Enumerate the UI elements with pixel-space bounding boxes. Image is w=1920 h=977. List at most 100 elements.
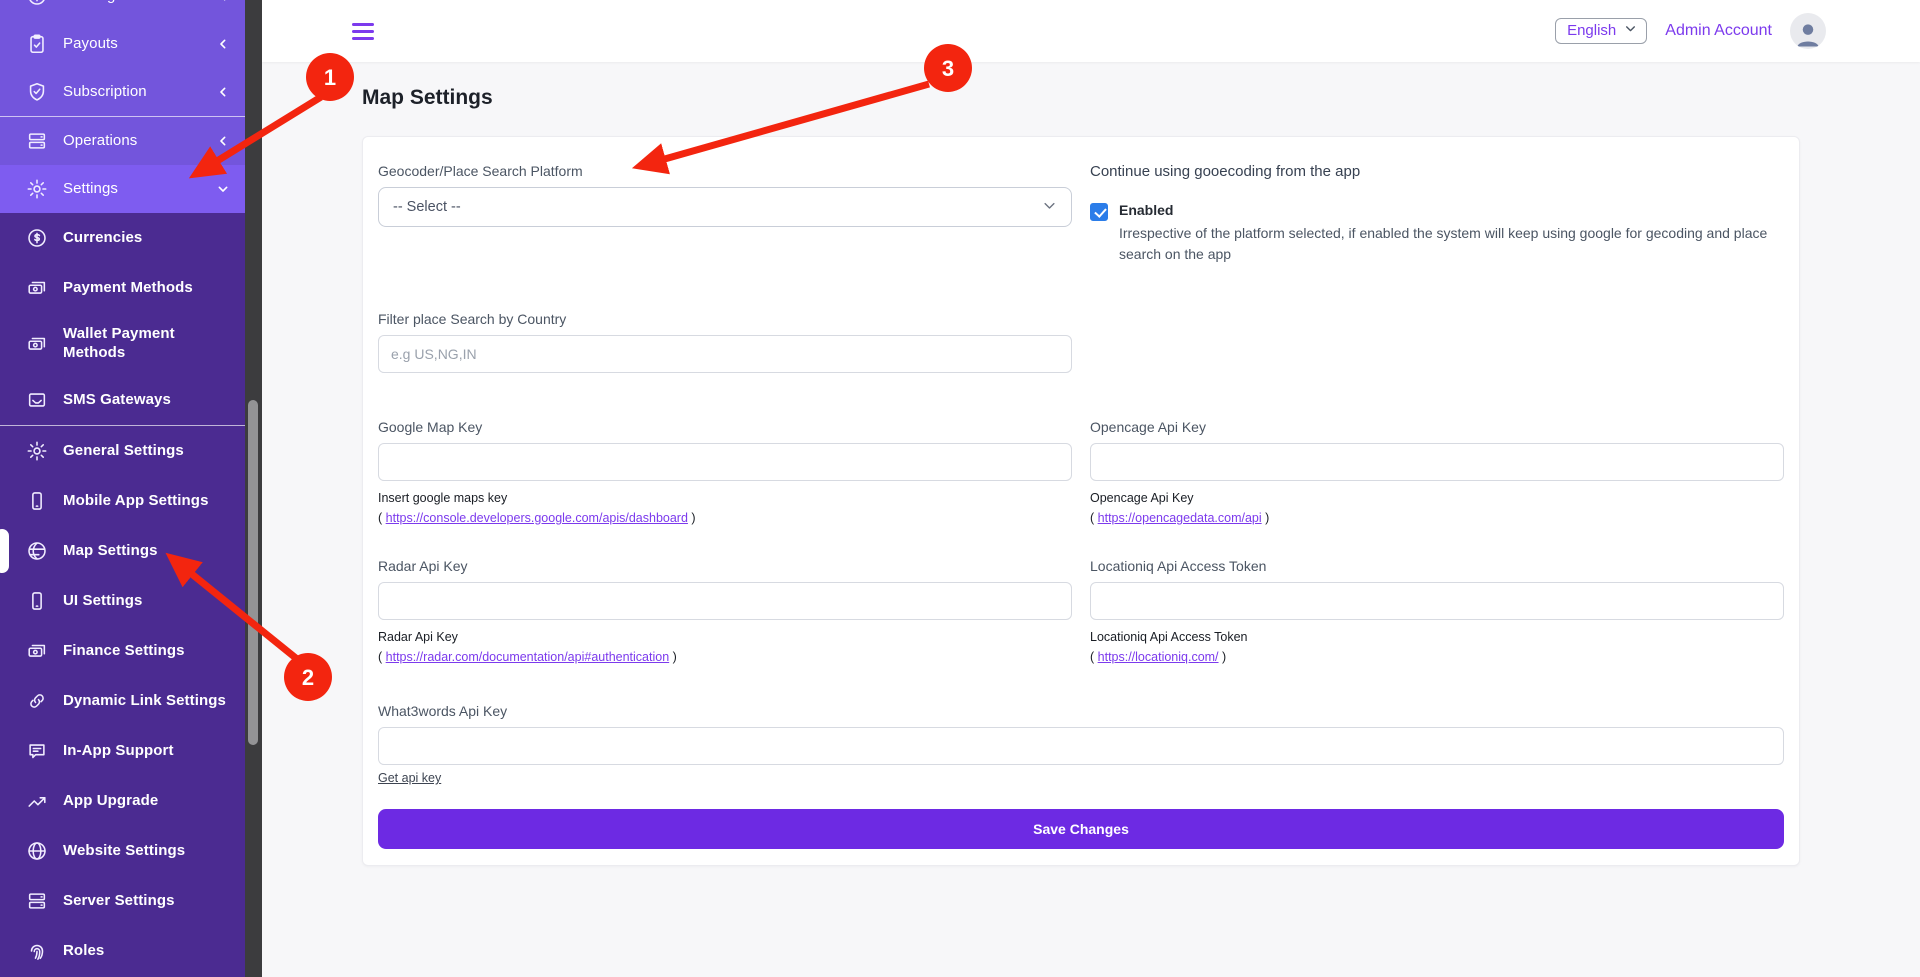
what3words-input[interactable] — [378, 727, 1784, 765]
sidebar-item-label: App Upgrade — [63, 792, 231, 811]
sidebar-item-label: Website Settings — [63, 842, 231, 861]
radar-helper: Radar Api Key ( https://radar.com/docume… — [378, 627, 1072, 667]
sidebar-item-mobile-app-settings[interactable]: Mobile App Settings — [0, 476, 245, 526]
clipboard-check-icon — [26, 33, 48, 55]
sidebar-item-currencies[interactable]: Currencies — [0, 213, 245, 263]
banknotes-icon — [26, 640, 48, 662]
sidebar-top-group: Earnings Payouts SubscriptionOperations Set… — [0, 0, 245, 213]
locationiq-label: Locationiq Api Access Token — [1090, 558, 1784, 574]
sidebar-item-label: Finance Settings — [63, 642, 231, 661]
sidebar-item-label: Settings — [63, 180, 215, 199]
chat-icon — [26, 740, 48, 762]
phone-icon — [26, 590, 48, 612]
chevron-left-icon — [215, 84, 231, 100]
helper-text: Opencage Api Key — [1090, 491, 1194, 505]
sidebar-item-payouts[interactable]: Payouts — [0, 20, 245, 68]
sidebar-item-label: Currencies — [63, 229, 231, 248]
gear-icon — [26, 178, 48, 200]
sidebar-item-label: UI Settings — [63, 592, 231, 611]
paren: ) — [688, 511, 696, 525]
sidebar-item-label: Dynamic Link Settings — [63, 692, 231, 711]
google-map-key-link[interactable]: https://console.developers.google.com/ap… — [386, 511, 688, 525]
locationiq-helper: Locationiq Api Access Token ( https://lo… — [1090, 627, 1784, 667]
sidebar-item-app-upgrade[interactable]: App Upgrade — [0, 776, 245, 826]
globe-icon — [26, 540, 48, 562]
banknotes-icon — [26, 333, 48, 355]
enabled-checkbox[interactable] — [1090, 203, 1108, 221]
phone-icon — [26, 490, 48, 512]
sidebar-item-map-settings[interactable]: Map Settings — [0, 526, 245, 576]
link-icon — [26, 690, 48, 712]
locationiq-input[interactable] — [1090, 582, 1784, 620]
get-api-key-link[interactable]: Get api key — [378, 771, 441, 785]
sidebar-item-earnings[interactable]: Earnings — [0, 0, 245, 20]
chevron-down-icon — [1042, 198, 1057, 217]
sidebar-item-operations[interactable]: Operations — [0, 117, 245, 165]
account-menu[interactable]: Admin Account — [1665, 22, 1772, 40]
sidebar-scrollbar-thumb[interactable] — [248, 400, 258, 745]
opencage-helper: Opencage Api Key ( https://opencagedata.… — [1090, 488, 1784, 528]
language-select-value: English — [1567, 22, 1616, 39]
banknotes-icon — [26, 277, 48, 299]
sidebar: Earnings Payouts SubscriptionOperations Set… — [0, 0, 245, 977]
helper-text: Insert google maps key — [378, 491, 507, 505]
sidebar-item-payment-methods[interactable]: Payment Methods — [0, 263, 245, 313]
opencage-link[interactable]: https://opencagedata.com/api — [1098, 511, 1262, 525]
save-changes-button[interactable]: Save Changes — [378, 809, 1784, 849]
google-map-key-input[interactable] — [378, 443, 1072, 481]
sidebar-item-finance-settings[interactable]: Finance Settings — [0, 626, 245, 676]
sidebar-item-dynamic-link-settings[interactable]: Dynamic Link Settings — [0, 676, 245, 726]
helper-text: Radar Api Key — [378, 630, 458, 644]
locationiq-link[interactable]: https://locationiq.com/ — [1098, 650, 1219, 664]
paren: ( — [378, 511, 386, 525]
globe-meridians-icon — [26, 840, 48, 862]
sidebar-item-label: Roles — [63, 942, 231, 961]
sidebar-item-general-settings[interactable]: General Settings — [0, 426, 245, 476]
menu-icon[interactable] — [352, 23, 374, 40]
sidebar-item-label: In-App Support — [63, 742, 231, 761]
geocoder-label: Geocoder/Place Search Platform — [378, 163, 1072, 179]
sidebar-item-roles[interactable]: Roles — [0, 926, 245, 976]
what3words-field-group: What3words Api Key Get api key — [378, 703, 1784, 809]
sidebar-item-label: Earnings — [63, 0, 215, 5]
geocoder-select[interactable]: -- Select -- — [378, 187, 1072, 227]
enabled-label: Enabled — [1119, 202, 1779, 218]
google-map-key-field-group: Google Map Key Insert google maps key ( … — [378, 419, 1072, 558]
radar-link[interactable]: https://radar.com/documentation/api#auth… — [386, 650, 670, 664]
sidebar-item-sms-gateways[interactable]: SMS Gateways — [0, 375, 245, 425]
opencage-input[interactable] — [1090, 443, 1784, 481]
trend-up-icon — [26, 790, 48, 812]
sidebar-item-website-settings[interactable]: Website Settings — [0, 826, 245, 876]
shield-check-icon — [26, 81, 48, 103]
radar-input[interactable] — [378, 582, 1072, 620]
geocoder-select-value: -- Select -- — [393, 199, 461, 215]
sidebar-item-server-settings[interactable]: Server Settings — [0, 876, 245, 926]
filter-country-input[interactable] — [378, 335, 1072, 373]
helper-text: Locationiq Api Access Token — [1090, 630, 1248, 644]
sidebar-item-ui-settings[interactable]: UI Settings — [0, 576, 245, 626]
sidebar-item-label: Wallet Payment Methods — [63, 325, 231, 363]
dollar-circle-icon — [26, 0, 48, 7]
sidebar-item-wallet-payment-methods[interactable]: Wallet Payment Methods — [0, 313, 245, 375]
language-select[interactable]: English — [1555, 18, 1647, 44]
sidebar-item-label: Mobile App Settings — [63, 492, 231, 511]
radar-field-group: Radar Api Key Radar Api Key ( https://ra… — [378, 558, 1072, 703]
filter-country-field-group: Filter place Search by Country — [378, 311, 1072, 419]
sidebar-item-label: Payouts — [63, 35, 215, 54]
topbar-right-group: English Admin Account — [1555, 13, 1826, 49]
what3words-label: What3words Api Key — [378, 703, 1784, 719]
avatar[interactable] — [1790, 13, 1826, 49]
geocoder-field-group: Geocoder/Place Search Platform -- Select… — [378, 163, 1072, 311]
chevron-down-icon — [215, 181, 231, 197]
sidebar-item-subscription[interactable]: Subscription — [0, 68, 245, 116]
paren: ( — [378, 650, 386, 664]
sidebar-item-in-app-support[interactable]: In-App Support — [0, 726, 245, 776]
dollar-circle-icon — [26, 227, 48, 249]
continue-geocoding-title: Continue using gooecoding from the app — [1090, 163, 1784, 180]
sidebar-scrollbar-track[interactable] — [245, 0, 262, 977]
server-icon — [26, 130, 48, 152]
opencage-label: Opencage Api Key — [1090, 419, 1784, 435]
mail-icon — [26, 389, 48, 411]
sidebar-item-settings[interactable]: Settings — [0, 165, 245, 213]
chevron-left-icon — [215, 133, 231, 149]
